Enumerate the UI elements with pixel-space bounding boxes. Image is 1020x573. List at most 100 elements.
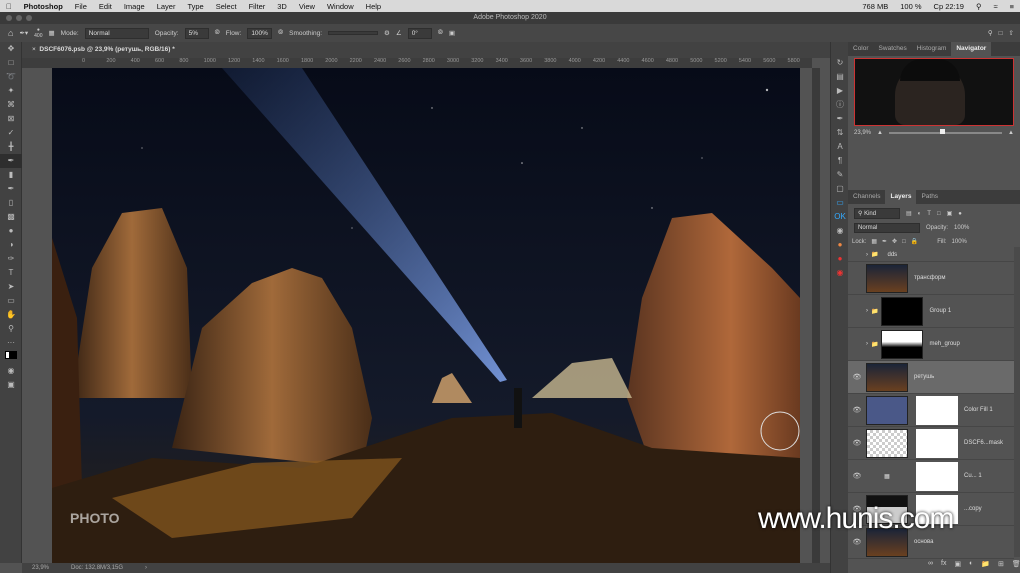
visibility-eye-icon[interactable]: 👁 [848,472,866,480]
layer-mask-thumbnail[interactable] [916,461,958,491]
vertical-scrollbar[interactable] [812,68,820,563]
zoom-level[interactable]: 23,9% [32,565,49,571]
character-icon[interactable]: A [831,140,849,154]
symmetry-icon[interactable]: ▣ [449,29,455,37]
visibility-eye-icon[interactable]: 👁 [848,538,866,546]
document-tab[interactable]: × DSCF6076.psb @ 23,9% (ретушь, RGB/16) … [22,42,830,58]
menu-file[interactable]: File [75,2,87,11]
fx-icon[interactable]: fx [941,560,946,568]
layer-opacity-input[interactable]: 100% [954,225,969,231]
filter-shape-icon[interactable]: □ [937,211,941,217]
tab-histogram[interactable]: Histogram [912,42,952,56]
adjustment-layer-icon[interactable]: ◐ [969,560,973,568]
properties-icon[interactable]: ⇅ [831,126,849,140]
tab-color[interactable]: Color [848,42,874,56]
status-arrow-icon[interactable]: › [145,565,147,571]
menu-type[interactable]: Type [187,2,203,11]
blur-tool-icon[interactable]: ● [0,224,22,238]
wifi-icon[interactable]: ≈ [993,2,997,11]
workspace-icon[interactable]: □ [999,30,1003,37]
gradient-tool-icon[interactable]: ▩ [0,210,22,224]
filter-smart-icon[interactable]: ▣ [947,210,953,217]
flow-input[interactable]: 100% [247,27,272,39]
smoothing-input[interactable] [328,31,379,35]
glyphs-icon[interactable]: ✎ [831,168,849,182]
red-plugin-icon[interactable]: ● [831,252,849,266]
menu-view[interactable]: View [299,2,315,11]
color-swatches[interactable] [0,350,22,364]
menu-filter[interactable]: Filter [249,2,266,11]
type-tool-icon[interactable]: T [0,266,22,280]
menu-image[interactable]: Image [124,2,145,11]
quick-mask-icon[interactable]: ◉ [0,364,22,378]
menu-window[interactable]: Window [327,2,354,11]
battery-status[interactable]: 100 % [900,2,921,11]
zoom-window-button[interactable] [26,15,32,21]
brush-settings-icon[interactable]: ▦ [49,29,55,37]
history-icon[interactable]: ↻ [831,56,849,70]
gear-icon[interactable]: ⚙ [384,29,390,37]
pressure-size-icon[interactable]: ⦾ [438,29,443,37]
zoom-tool-icon[interactable]: ⚲ [0,322,22,336]
visibility-eye-icon[interactable]: 👁 [848,439,866,447]
tab-swatches[interactable]: Swatches [874,42,912,56]
layer-row[interactable]: 👁 Color Fill 1 [848,394,1014,427]
history-brush-icon[interactable]: ✒ [0,182,22,196]
layer-mask-thumbnail[interactable] [916,395,958,425]
brush-tool-icon[interactable]: ✒▾ [19,29,28,37]
ok-plugin-icon[interactable]: OK [831,210,849,224]
eyedropper-tool-icon[interactable]: ✓ [0,126,22,140]
search-icon[interactable]: ⚲ [988,29,993,37]
move-tool-icon[interactable]: ✥ [0,42,22,56]
zoom-in-icon[interactable]: ▲ [1008,130,1014,136]
info-icon[interactable]: ⓘ [831,98,849,112]
expand-chevron-icon[interactable]: › [866,252,868,258]
angle-input[interactable]: 0° [407,27,432,39]
clock[interactable]: Ср 22:19 [934,2,964,11]
tab-channels[interactable]: Channels [848,190,885,204]
menu-help[interactable]: Help [366,2,381,11]
screen-mode-icon[interactable]: ▣ [0,378,22,392]
color-plugin-icon[interactable]: ● [831,238,849,252]
layer-row[interactable]: › 📁 dds [848,248,1014,262]
lasso-tool-icon[interactable]: ➰ [0,70,22,84]
layer-row[interactable]: › 📁 meh_group [848,328,1014,361]
search-icon[interactable]: ⚲ [976,2,982,11]
layer-row[interactable]: 👁 ретушь [848,361,1014,394]
menu-select[interactable]: Select [216,2,237,11]
stamp-tool-icon[interactable]: ▮ [0,168,22,182]
libraries-icon[interactable]: ▢ [831,182,849,196]
crop-tool-icon[interactable]: ⌘ [0,98,22,112]
zoom-out-icon[interactable]: ▲ [877,130,883,136]
adjustments-icon[interactable]: ▤ [831,70,849,84]
layer-row[interactable]: 👁 DSCF6...mask [848,427,1014,460]
layers-scrollbar[interactable] [1014,247,1020,557]
navigator-preview[interactable] [854,58,1014,126]
lock-paint-icon[interactable]: ✒ [882,238,887,245]
brush-tool-icon[interactable]: ✒ [0,154,22,168]
doc-size[interactable]: Doc: 132,8M/3,15G [71,565,123,571]
blend-mode-select[interactable]: Normal [854,223,920,233]
tab-layers[interactable]: Layers [885,190,917,204]
menu-app[interactable]: Photoshop [24,2,63,11]
plugin-icon[interactable]: ▭ [831,196,849,210]
close-tab-icon[interactable]: × [32,46,36,53]
link-layers-icon[interactable]: ∞ [928,560,933,568]
eraser-tool-icon[interactable]: ▯ [0,196,22,210]
filter-adjustment-icon[interactable]: ◐ [918,211,922,217]
menu-3d[interactable]: 3D [277,2,287,11]
canvas[interactable] [52,68,800,563]
close-window-button[interactable] [6,15,12,21]
lock-transparent-icon[interactable]: ▦ [871,238,877,245]
minimize-window-button[interactable] [16,15,22,21]
dodge-tool-icon[interactable]: ◑ [0,238,22,252]
menu-edit[interactable]: Edit [99,2,112,11]
layer-mask-thumbnail[interactable] [916,428,958,458]
layer-row[interactable]: трансформ [848,262,1014,295]
layer-kind-filter[interactable]: ⚲ Kind [854,208,900,219]
paragraph-icon[interactable]: ¶ [831,154,849,168]
tab-paths[interactable]: Paths [916,190,943,204]
share-icon[interactable]: ⇧ [1009,29,1014,37]
frame-tool-icon[interactable]: ⊠ [0,112,22,126]
airbrush-icon[interactable]: ⦾ [278,29,283,37]
